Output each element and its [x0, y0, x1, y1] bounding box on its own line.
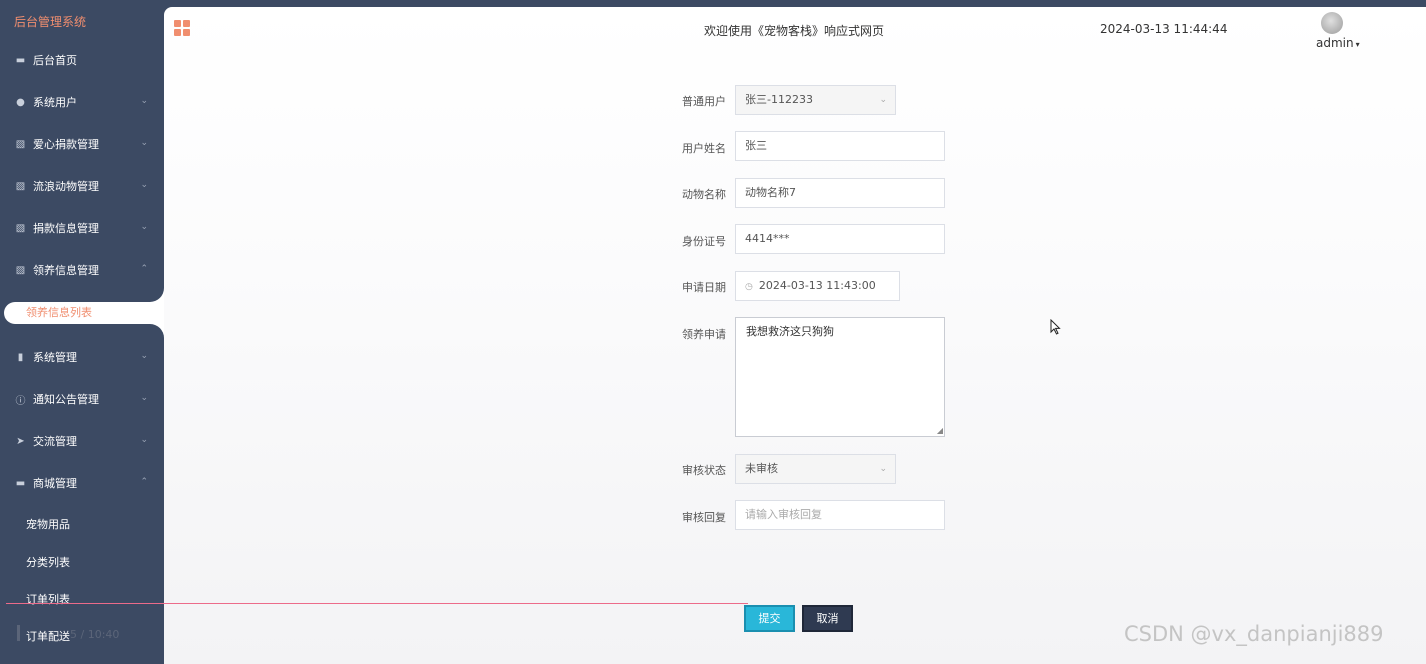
- chart-icon: ▧: [15, 180, 26, 192]
- info-icon: ⓘ: [15, 395, 26, 407]
- video-time-overlay: 5 / 10:40: [70, 628, 120, 641]
- menu-grid-icon[interactable]: [174, 20, 190, 36]
- resize-grip-icon[interactable]: ◢: [937, 426, 943, 435]
- status-label: 审核状态: [682, 464, 726, 477]
- sidebar: 后台管理系统 ▬ 后台首页 ● 系统用户 ⌄ ▧ 爱心捐款管理 ⌄ ▧ 流浪动物…: [0, 0, 179, 664]
- user-select[interactable]: 张三-112233 ⌄: [735, 85, 896, 115]
- sidebar-item-pet-supplies[interactable]: 宠物用品: [26, 516, 70, 532]
- avatar[interactable]: [1321, 12, 1343, 34]
- nav-donation-info[interactable]: ▧ 捐款信息管理 ⌄: [0, 207, 164, 249]
- chevron-down-icon: ⌄: [879, 464, 887, 474]
- fullscreen-icon[interactable]: [1400, 19, 1413, 32]
- id-field[interactable]: 4414***: [735, 224, 945, 254]
- chevron-down-icon: ⌄: [140, 351, 148, 361]
- name-label: 用户姓名: [682, 142, 726, 155]
- topbar: 欢迎使用《宠物客栈》响应式网页 2024-03-13 11:44:44 admi…: [164, 7, 1426, 53]
- send-icon: ➤: [16, 435, 25, 447]
- sidebar-item-order-delivery[interactable]: 订单配送: [26, 628, 70, 644]
- user-select-value: 张三-112233: [745, 93, 813, 106]
- nav-system-manage-label: 系统管理: [33, 351, 77, 364]
- nav-donation[interactable]: ▧ 爱心捐款管理 ⌄: [0, 123, 164, 165]
- caret-down-icon: ▾: [1355, 40, 1360, 49]
- nav-donation-label: 爱心捐款管理: [33, 138, 99, 151]
- nav-home-label: 后台首页: [33, 54, 77, 67]
- nav-system-users-label: 系统用户: [33, 96, 77, 109]
- nav-donation-info-label: 捐款信息管理: [33, 222, 99, 235]
- system-title: 后台管理系统: [14, 15, 87, 29]
- nav-home[interactable]: ▬ 后台首页: [0, 39, 164, 81]
- active-curve-top: [150, 286, 164, 302]
- user-label: 普通用户: [682, 95, 726, 108]
- nav-exchange-label: 交流管理: [33, 435, 77, 448]
- submit-button[interactable]: 提交: [744, 605, 795, 632]
- reply-label: 审核回复: [682, 511, 726, 524]
- chevron-down-icon: ⌄: [140, 96, 148, 106]
- name-field[interactable]: 张三: [735, 131, 945, 161]
- watermark: CSDN @vx_danpianji889: [1124, 622, 1384, 646]
- nav-notice-label: 通知公告管理: [33, 393, 99, 406]
- animal-field[interactable]: 动物名称7: [735, 178, 945, 208]
- sidebar-item-category-list[interactable]: 分类列表: [26, 554, 70, 570]
- chevron-up-icon: ⌃: [140, 264, 148, 274]
- date-picker[interactable]: ◷ 2024-03-13 11:43:00: [735, 271, 900, 301]
- status-select-value: 未审核: [745, 462, 778, 475]
- status-select[interactable]: 未审核 ⌄: [735, 454, 896, 484]
- chevron-down-icon: ⌄: [140, 180, 148, 190]
- welcome-text: 欢迎使用《宠物客栈》响应式网页: [704, 24, 885, 38]
- nav-stray-animals[interactable]: ▧ 流浪动物管理 ⌄: [0, 165, 164, 207]
- chart-icon: ▧: [15, 222, 26, 234]
- monitor-icon: ▬: [15, 54, 26, 66]
- bar-chart-icon: ▮: [17, 351, 24, 363]
- id-label: 身份证号: [682, 235, 726, 248]
- video-seek-line: [6, 603, 748, 604]
- chart-icon: ▧: [15, 138, 26, 150]
- apply-label: 领养申请: [682, 328, 726, 341]
- chevron-down-icon: ⌄: [140, 138, 148, 148]
- sidebar-item-adoption-list[interactable]: 领养信息列表: [4, 302, 179, 324]
- date-value: 2024-03-13 11:43:00: [758, 279, 876, 292]
- nav-adoption-label: 领养信息管理: [33, 264, 99, 277]
- datetime-text: 2024-03-13 11:44:44: [1100, 22, 1228, 36]
- nav-adoption[interactable]: ▧ 领养信息管理 ⌃: [0, 249, 164, 291]
- main-panel: 欢迎使用《宠物客栈》响应式网页 2024-03-13 11:44:44 admi…: [164, 7, 1426, 664]
- cancel-button[interactable]: 取消: [802, 605, 853, 632]
- nav-shop-label: 商城管理: [33, 477, 77, 490]
- nav-shop[interactable]: ▬ 商城管理 ⌃: [0, 462, 164, 504]
- shop-icon: ▬: [15, 477, 26, 489]
- clock-icon: ◷: [745, 282, 753, 292]
- animal-label: 动物名称: [682, 188, 726, 201]
- chevron-down-icon: ⌄: [879, 95, 887, 105]
- nav-exchange[interactable]: ➤ 交流管理 ⌄: [0, 420, 164, 462]
- apply-textarea[interactable]: 我想救济这只狗狗 ◢: [735, 317, 945, 437]
- chevron-down-icon: ⌄: [140, 435, 148, 445]
- date-label: 申请日期: [682, 281, 726, 294]
- user-name: admin: [1316, 36, 1354, 50]
- video-progress-marker: [17, 625, 20, 641]
- mouse-cursor-icon: [1050, 319, 1061, 335]
- nav-system-users[interactable]: ● 系统用户 ⌄: [0, 81, 164, 123]
- chevron-down-icon: ⌄: [140, 222, 148, 232]
- chevron-down-icon: ⌄: [140, 393, 148, 403]
- chevron-up-icon: ⌃: [140, 477, 148, 487]
- nav-stray-animals-label: 流浪动物管理: [33, 180, 99, 193]
- nav-notice[interactable]: ⓘ 通知公告管理 ⌄: [0, 378, 164, 420]
- user-menu[interactable]: admin ▾: [1316, 36, 1360, 50]
- user-icon: ●: [16, 96, 25, 108]
- chart-icon: ▧: [15, 264, 26, 276]
- sidebar-item-order-list[interactable]: 订单列表: [26, 591, 70, 607]
- apply-text: 我想救济这只狗狗: [746, 325, 834, 338]
- reply-input[interactable]: 请输入审核回复: [735, 500, 945, 530]
- nav-system-manage[interactable]: ▮ 系统管理 ⌄: [0, 336, 164, 378]
